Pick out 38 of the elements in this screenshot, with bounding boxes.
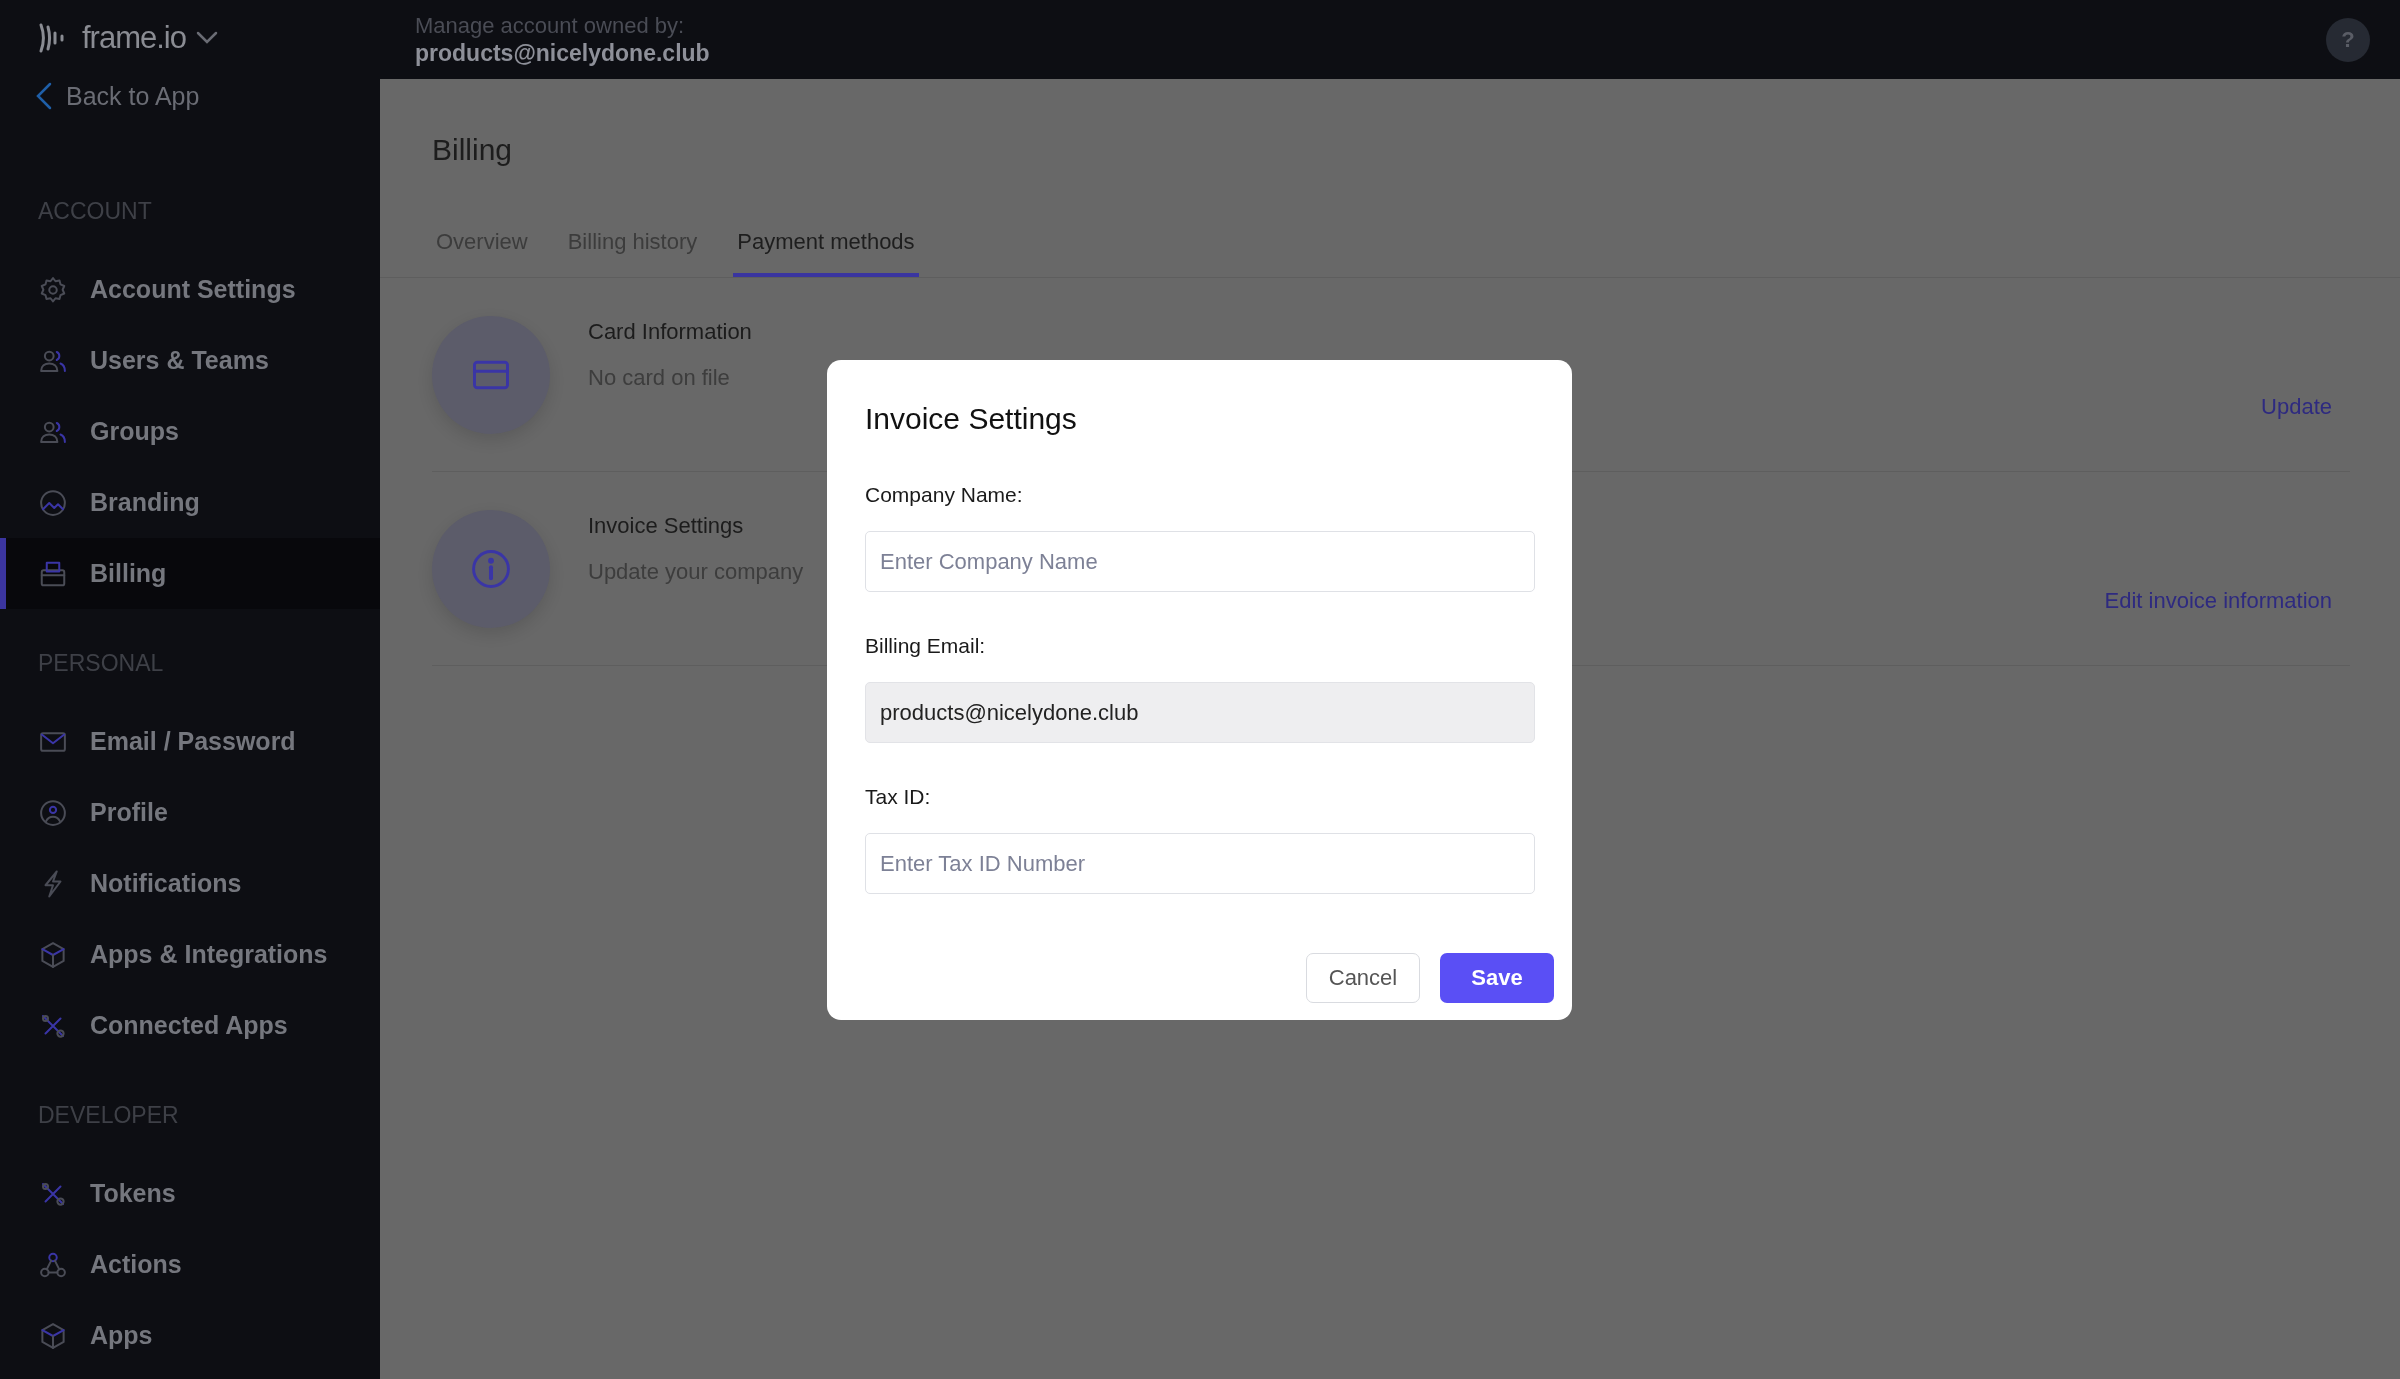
dialog-title: Invoice Settings (865, 401, 1078, 437)
field-label: Tax ID: (865, 784, 932, 810)
help-button[interactable]: ? (2326, 17, 2370, 62)
owner-email: products@nicelydone.club (415, 38, 710, 67)
row-title: Invoice Settings (588, 512, 745, 540)
sidebar-item[interactable]: Tokens (0, 1158, 380, 1229)
sidebar-item[interactable]: Users & Teams (0, 325, 380, 396)
app-logo[interactable]: frame.io (82, 20, 186, 56)
sidebar-item[interactable]: Profile (0, 777, 380, 848)
sidebar-item[interactable]: Billing (0, 538, 380, 609)
tab[interactable]: Payment methods (733, 229, 919, 277)
chevron-left-icon (36, 82, 52, 110)
owner-caption: Manage account owned by: (415, 12, 686, 39)
sidebar-item[interactable]: Account Settings (0, 254, 380, 325)
sidebar-item[interactable]: Apps & Integrations (0, 919, 380, 990)
field-label: Company Name: (865, 482, 1024, 508)
sidebar-item[interactable]: Email / Password (0, 706, 380, 777)
cube-icon (38, 939, 68, 970)
page-title: Billing (431, 132, 514, 168)
save-button[interactable]: Save (1440, 953, 1554, 1003)
cube-icon (38, 1320, 68, 1351)
input-field[interactable]: Enter Company Name (865, 531, 1535, 592)
field-label: Billing Email: (865, 633, 987, 659)
sidebar-item[interactable]: Connected Apps (0, 990, 380, 1061)
back-link[interactable]: Back to App (0, 77, 200, 115)
input-field[interactable]: Enter Tax ID Number (865, 833, 1535, 894)
sidebar-item[interactable]: Branding (0, 467, 380, 538)
settings-icon (38, 274, 68, 305)
image-icon (38, 487, 68, 518)
sidebar-item[interactable]: Groups (0, 396, 380, 467)
sidebar-item[interactable]: Apps (0, 1300, 380, 1371)
chevron-down-icon[interactable] (196, 31, 218, 45)
cancel-button[interactable]: Cancel (1306, 953, 1420, 1003)
user-icon (38, 797, 68, 828)
info-icon (469, 547, 513, 591)
sidebar-item[interactable]: Notifications (0, 848, 380, 919)
sidebar-item[interactable]: Actions (0, 1229, 380, 1300)
row-title: Card Information (588, 318, 752, 346)
